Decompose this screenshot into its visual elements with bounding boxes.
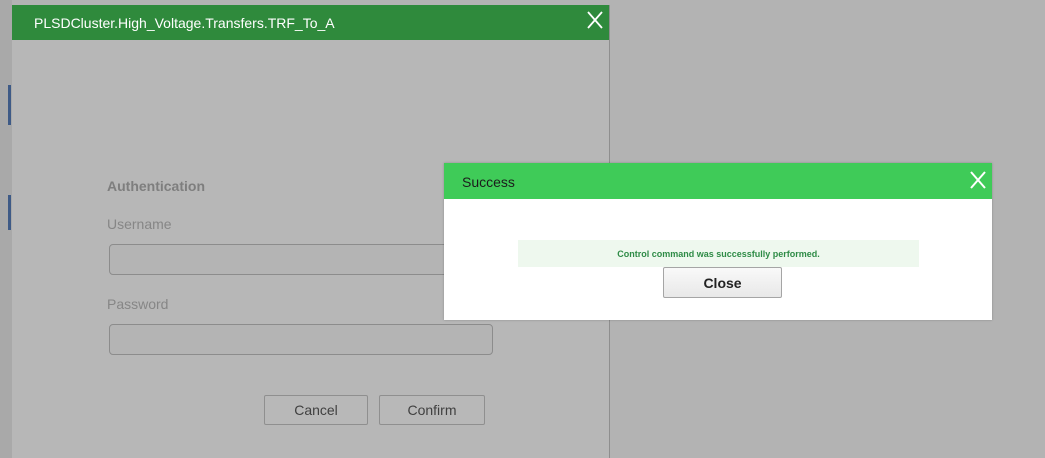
success-message: Control command was successfully perform…: [617, 249, 820, 259]
password-label: Password: [107, 296, 169, 312]
dialog-title-bar: PLSDCluster.High_Voltage.Transfers.TRF_T…: [12, 5, 609, 40]
message-box: Control command was successfully perform…: [518, 240, 919, 267]
dialog-title: PLSDCluster.High_Voltage.Transfers.TRF_T…: [34, 15, 335, 31]
cancel-button[interactable]: Cancel: [264, 395, 368, 425]
close-button[interactable]: Close: [663, 267, 782, 298]
username-input[interactable]: [109, 244, 493, 275]
success-title: Success: [462, 174, 515, 190]
password-input[interactable]: [109, 324, 493, 355]
authentication-heading: Authentication: [107, 178, 205, 194]
success-title-bar: Success: [444, 163, 992, 199]
confirm-button[interactable]: Confirm: [379, 395, 485, 425]
background-window-marker: [8, 85, 11, 125]
background-window-edge: [0, 0, 12, 458]
username-label: Username: [107, 216, 172, 232]
background-window-marker: [8, 195, 11, 230]
success-dialog: Success Control command was successfully…: [444, 163, 992, 320]
close-icon[interactable]: [967, 169, 989, 191]
close-icon[interactable]: [583, 8, 607, 32]
